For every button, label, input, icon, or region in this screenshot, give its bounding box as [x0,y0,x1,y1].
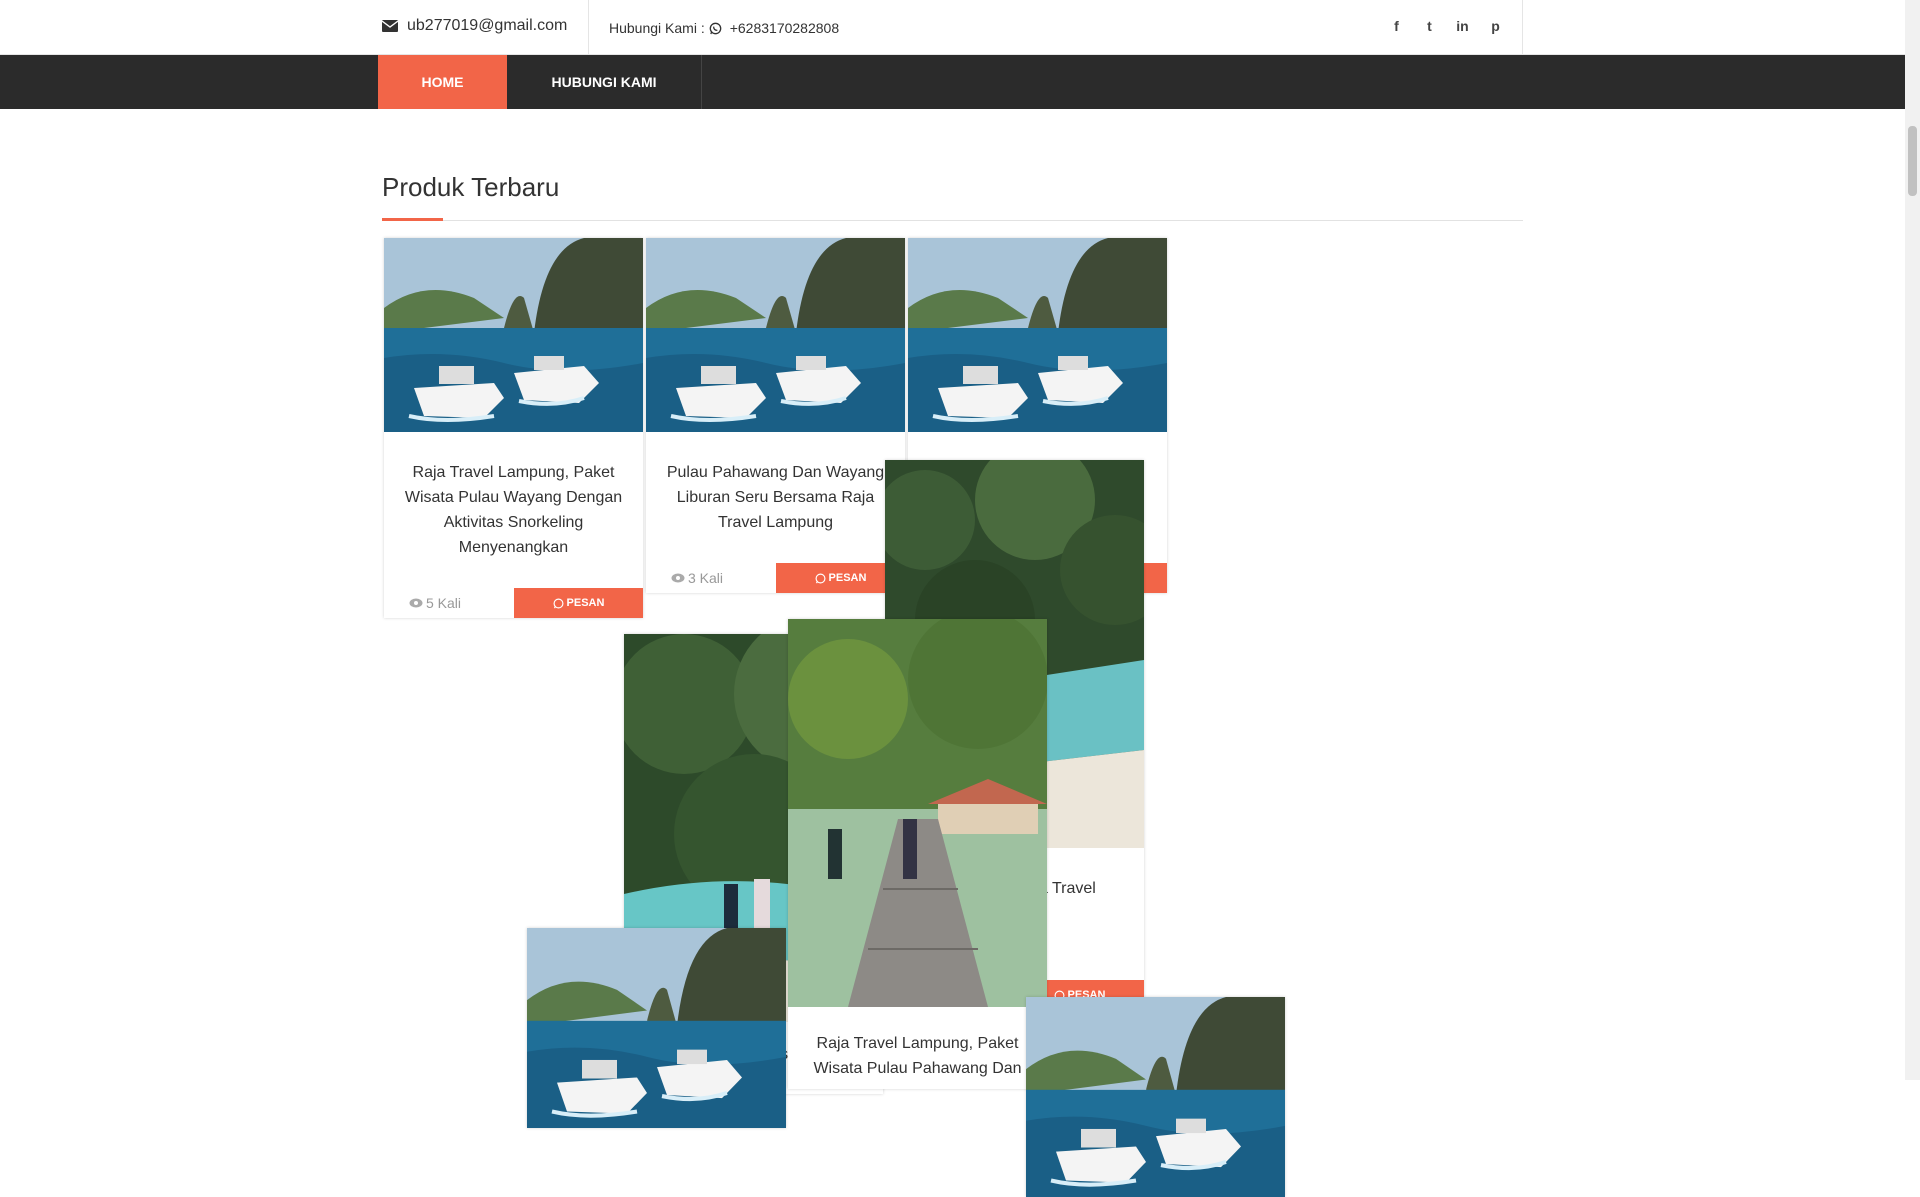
product-card[interactable]: Pulau Pahawang Dan Wayang Liburan Seru B… [646,238,905,593]
social-links: f t in p [1380,15,1512,37]
eye-icon [409,598,423,608]
product-card[interactable]: Raja Travel Lampung, Paket Wisata Pulau … [384,238,643,618]
view-count: 5 Kali [409,595,461,611]
whatsapp-icon [815,573,826,583]
email-text: ub277019@gmail.com [407,17,568,34]
product-card[interactable] [527,928,786,1128]
pinterest-icon[interactable]: p [1479,15,1512,37]
product-image[interactable] [646,238,905,432]
product-card[interactable]: Raja Travel Lampung, Paket Wisata Pulau … [788,619,1047,1089]
facebook-icon[interactable]: f [1380,15,1413,37]
twitter-icon[interactable]: t [1413,15,1446,37]
product-title[interactable]: Pulau Pahawang Dan Wayang Liburan Seru B… [660,460,891,535]
nav-home[interactable]: HOME [378,55,507,109]
product-card[interactable] [1026,997,1285,1197]
section-title: Produk Terbaru [382,172,560,202]
order-button-label: PESAN [828,572,867,584]
order-button-label: PESAN [566,597,605,609]
whatsapp-icon [709,22,722,34]
product-image[interactable] [527,928,786,1128]
main-nav: HOME HUBUNGI KAMI [0,55,1905,109]
view-count-text: 3 Kali [688,570,724,586]
product-image[interactable] [384,238,643,432]
scrollbar[interactable] [1905,0,1920,1080]
linkedin-icon[interactable]: in [1446,15,1479,37]
title-accent [382,218,443,221]
scrollbar-thumb[interactable] [1908,126,1917,196]
nav-contact[interactable]: HUBUNGI KAMI [507,55,702,109]
contact-label: Hubungi Kami : [609,20,705,36]
title-underline [382,220,1523,221]
order-button[interactable]: PESAN [514,588,643,618]
product-title[interactable]: Raja Travel Lampung, Paket Wisata Pulau … [398,460,629,560]
product-title[interactable]: Raja Travel Lampung, Paket Wisata Pulau … [802,1031,1033,1081]
view-count-text: 5 Kali [426,595,462,611]
view-count: 3 Kali [671,570,723,586]
divider [1522,0,1523,54]
product-image[interactable] [788,619,1047,1007]
phone-number: +6283170282808 [729,20,840,36]
eye-icon [671,573,685,583]
email-contact[interactable]: ub277019@gmail.com [382,17,567,35]
whatsapp-icon [553,598,564,608]
envelope-icon [382,20,398,32]
product-image[interactable] [1026,997,1285,1197]
divider [588,0,589,54]
phone-contact[interactable]: Hubungi Kami : +6283170282808 [609,20,839,36]
product-image[interactable] [908,238,1167,432]
top-bar: ub277019@gmail.com Hubungi Kami : +62831… [0,0,1905,55]
